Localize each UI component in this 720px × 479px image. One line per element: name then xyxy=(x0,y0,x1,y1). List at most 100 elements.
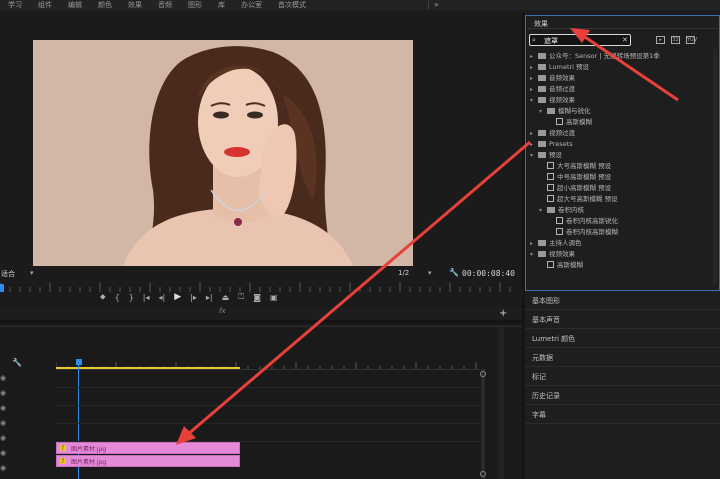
step-forward-icon[interactable]: |▸ xyxy=(190,293,197,302)
effects-tree-folder[interactable]: ▸ Presets xyxy=(526,139,573,150)
play-icon[interactable]: ▶ xyxy=(174,292,181,302)
chevron-right-icon[interactable]: ▸ xyxy=(530,128,538,139)
collapsed-panel-tab[interactable]: 基本图形 xyxy=(525,292,720,310)
tree-item-label: 视频效果 xyxy=(549,250,575,258)
go-to-in-icon[interactable]: |◂ xyxy=(143,293,150,302)
effects-tree-item[interactable]: 卷积内核高斯锐化 xyxy=(526,216,618,227)
workspace-tab[interactable]: 首次模式 xyxy=(270,0,314,10)
effects-tree-folder[interactable]: ▸ Lumetri 预设 xyxy=(526,62,589,73)
workspace-tab[interactable]: 库 xyxy=(210,0,233,10)
chevron-right-icon[interactable]: ▸ xyxy=(530,139,538,150)
mark-in-icon[interactable]: { xyxy=(115,293,120,302)
effects-search-input[interactable]: ⌕ 遮罩 ✕ xyxy=(529,34,631,46)
step-back-icon[interactable]: ◂| xyxy=(159,293,166,302)
track-divider xyxy=(56,387,486,388)
export-frame-icon[interactable]: ◙ xyxy=(253,293,261,302)
workspace-tab[interactable]: 编辑 xyxy=(60,0,90,10)
chevron-right-icon[interactable]: ▸ xyxy=(530,73,538,84)
workspace-tab[interactable]: 颜色 xyxy=(90,0,120,10)
32bit-effects-icon[interactable]: 32 xyxy=(671,36,680,44)
effects-tree-folder[interactable]: ▾ 卷积内核 xyxy=(526,205,584,216)
chevron-right-icon[interactable]: ▸ xyxy=(530,84,538,95)
chevron-down-icon[interactable]: ▾ xyxy=(530,95,538,106)
effects-tree-item[interactable]: 超大号高斯模糊 预设 xyxy=(526,194,618,205)
wrench-icon[interactable]: 🔧 xyxy=(449,268,459,277)
chevron-right-icon[interactable]: ▸ xyxy=(530,51,538,62)
folder-icon xyxy=(538,97,546,103)
workspace-tab[interactable]: 办公室 xyxy=(233,0,270,10)
effects-tree-folder[interactable]: ▸ 公众号：Sensor | 无缝转场预设第1季 xyxy=(526,51,660,62)
chevron-right-icon[interactable]: ▸ xyxy=(530,238,538,249)
yuv-effects-icon[interactable]: YUV xyxy=(686,36,697,44)
collapsed-panel-tab[interactable]: 标记 xyxy=(525,368,720,386)
effects-tree-folder[interactable]: ▸ 音频过渡 xyxy=(526,84,575,95)
workspace-tab[interactable]: 音频 xyxy=(150,0,180,10)
effects-tree-folder[interactable]: ▸ 主持人调色 xyxy=(526,238,582,249)
search-value[interactable]: 遮罩 xyxy=(544,36,558,46)
go-to-out-icon[interactable]: ▸| xyxy=(206,293,213,302)
more-workspaces-icon[interactable]: » xyxy=(434,0,439,10)
effects-scrollbar[interactable] xyxy=(713,49,717,284)
effects-tree-folder[interactable]: ▸ 音频效果 xyxy=(526,73,575,84)
track-visibility-icon[interactable]: ◉ xyxy=(0,434,6,442)
zoom-level-dropdown[interactable]: 适合 xyxy=(1,269,15,279)
chevron-down-icon[interactable]: ▾ xyxy=(530,249,538,260)
collapsed-panel-tab[interactable]: 基本声音 xyxy=(525,311,720,329)
workspace-tab[interactable]: 学习 xyxy=(0,0,30,10)
chevron-down-icon[interactable]: ▾ xyxy=(428,269,432,277)
workspace-tab[interactable]: 组件 xyxy=(30,0,60,10)
compare-view-icon[interactable]: ▣ xyxy=(270,293,278,302)
panel-divider-horizontal[interactable] xyxy=(0,320,522,324)
workspace-tab[interactable]: 图形 xyxy=(180,0,210,10)
collapsed-panel-tab[interactable]: Lumetri 颜色 xyxy=(525,330,720,348)
track-visibility-icon[interactable]: ◉ xyxy=(0,404,6,412)
timeline-clip[interactable]: ƒ 图片素材.jpg xyxy=(56,455,240,467)
add-marker-icon[interactable]: ⬥ xyxy=(100,292,106,302)
monitor-playhead[interactable] xyxy=(0,284,4,292)
mark-out-icon[interactable]: } xyxy=(129,293,134,302)
workspace-tab[interactable]: 效果 xyxy=(120,0,150,10)
track-visibility-icon[interactable]: ◉ xyxy=(0,419,6,427)
collapsed-panel-tab[interactable]: 元数据 xyxy=(525,349,720,367)
chevron-down-icon[interactable]: ▾ xyxy=(530,150,538,161)
effects-tree-folder[interactable]: ▾ 视频效果 xyxy=(526,249,575,260)
folder-icon xyxy=(538,53,546,59)
timeline-playhead[interactable] xyxy=(76,359,82,365)
scroll-handle-top[interactable] xyxy=(480,371,486,377)
chevron-down-icon[interactable]: ▾ xyxy=(539,205,547,216)
effects-tree-folder[interactable]: ▾ 视频效果 xyxy=(526,95,575,106)
extract-icon[interactable]: ⏍ xyxy=(238,292,244,302)
timeline-clip[interactable]: ƒ 图片素材.jpg xyxy=(56,442,240,454)
effects-tree-folder[interactable]: ▾ 预设 xyxy=(526,150,562,161)
playback-resolution-dropdown[interactable]: 1/2 xyxy=(398,269,409,277)
scroll-handle-bottom[interactable] xyxy=(480,471,486,477)
folder-icon xyxy=(547,207,555,213)
work-area-bar[interactable] xyxy=(56,367,240,369)
effects-tree-item[interactable]: 中号高斯模糊 预设 xyxy=(526,172,611,183)
accelerated-effects-icon[interactable]: ▸ xyxy=(656,36,665,44)
collapsed-panel-tab[interactable]: 历史记录 xyxy=(525,387,720,405)
collapsed-panel-tab[interactable]: 字幕 xyxy=(525,406,720,424)
button-editor-plus-icon[interactable]: + xyxy=(499,308,507,319)
effects-panel: 效果 ⌕ 遮罩 ✕ ▸ 32 YUV ▸ 公众号：Sensor | 无缝转场预设第… xyxy=(525,15,720,291)
effects-tree-folder[interactable]: ▸ 视频过渡 xyxy=(526,128,575,139)
track-visibility-icon[interactable]: ◉ xyxy=(0,449,6,457)
effects-tree-item[interactable]: 大号高斯模糊 预设 xyxy=(526,161,611,172)
effects-tree-item[interactable]: 高斯模糊 xyxy=(526,117,592,128)
tree-item-label: 高斯模糊 xyxy=(566,118,592,126)
track-visibility-icon[interactable]: ◉ xyxy=(0,374,6,382)
clear-search-icon[interactable]: ✕ xyxy=(622,36,628,44)
effects-tree-item[interactable]: 超小高斯模糊 预设 xyxy=(526,183,611,194)
lift-icon[interactable]: ⏏ xyxy=(222,293,230,302)
effects-tree-folder[interactable]: ▾ 模糊与锐化 xyxy=(526,106,591,117)
audio-meter xyxy=(498,327,504,479)
effects-tree-item[interactable]: 卷积内核高斯模糊 xyxy=(526,227,618,238)
chevron-down-icon[interactable]: ▾ xyxy=(539,106,547,117)
effects-tree-item[interactable]: 高斯模糊 xyxy=(526,260,583,271)
track-visibility-icon[interactable]: ◉ xyxy=(0,389,6,397)
chevron-down-icon[interactable]: ▾ xyxy=(30,269,34,277)
wrench-icon[interactable]: 🔧 xyxy=(12,358,22,367)
timeline-scrollbar[interactable] xyxy=(481,369,485,479)
chevron-right-icon[interactable]: ▸ xyxy=(530,62,538,73)
track-visibility-icon[interactable]: ◉ xyxy=(0,464,6,472)
